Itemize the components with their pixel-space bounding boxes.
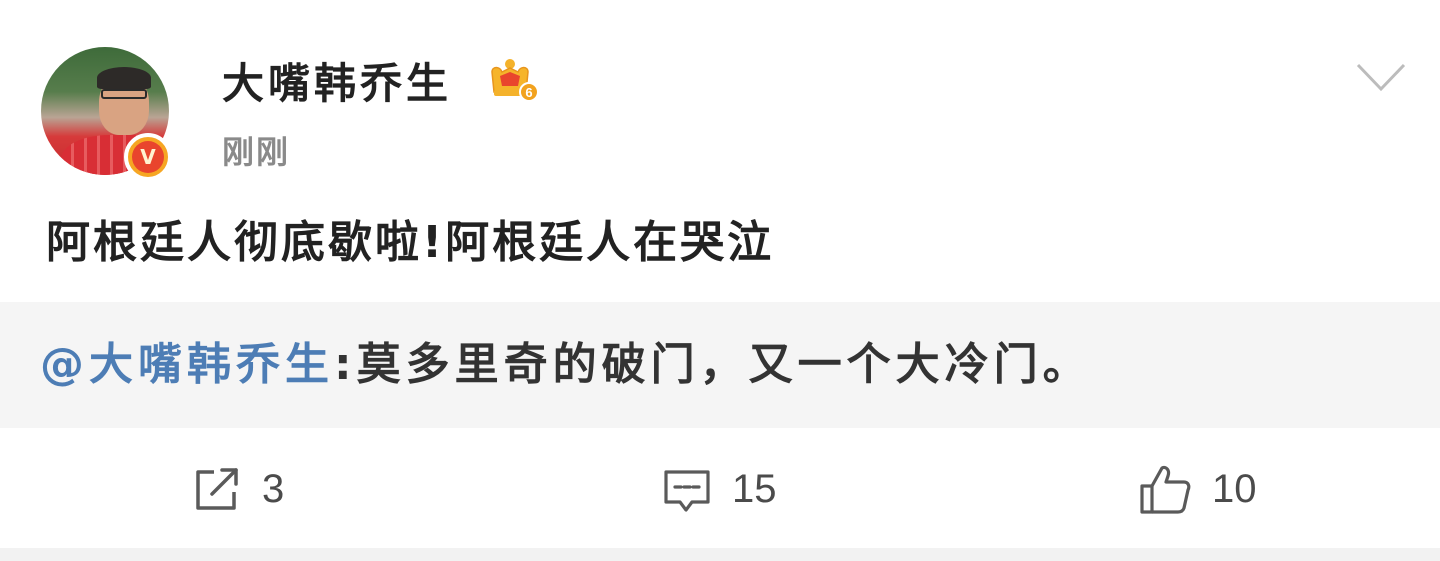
like-count: 10	[1212, 466, 1257, 511]
mention-link[interactable]: @大嘴韩乔生	[40, 339, 334, 390]
member-level: 6	[525, 85, 532, 100]
verified-badge-letter: V	[132, 141, 164, 173]
comment-button[interactable]: 15	[662, 462, 777, 516]
chevron-down-icon[interactable]	[1355, 60, 1407, 94]
repost-box[interactable]: @大嘴韩乔生:莫多里奇的破门，又一个大冷门。	[0, 302, 1440, 428]
crown-member-icon[interactable]: 6	[486, 54, 538, 106]
repost-text: :莫多里奇的破门，又一个大冷门。	[334, 339, 1092, 390]
divider	[0, 548, 1440, 561]
post-text: 阿根廷人彻底歇啦!阿根廷人在哭泣	[46, 217, 775, 268]
share-icon	[196, 468, 238, 510]
share-count: 3	[262, 466, 285, 511]
avatar-hair	[97, 67, 151, 89]
like-button[interactable]: 10	[1138, 462, 1257, 516]
thumbs-up-icon	[1140, 465, 1191, 514]
author-name[interactable]: 大嘴韩乔生	[222, 58, 452, 110]
repost-content: @大嘴韩乔生:莫多里奇的破门，又一个大冷门。	[40, 336, 1092, 394]
comment-count: 15	[732, 466, 777, 511]
post-time: 刚刚	[222, 133, 291, 171]
share-button[interactable]: 3	[192, 462, 284, 516]
comment-icon	[664, 470, 710, 512]
avatar-glasses	[101, 89, 147, 99]
verified-badge-icon: V	[124, 133, 172, 181]
